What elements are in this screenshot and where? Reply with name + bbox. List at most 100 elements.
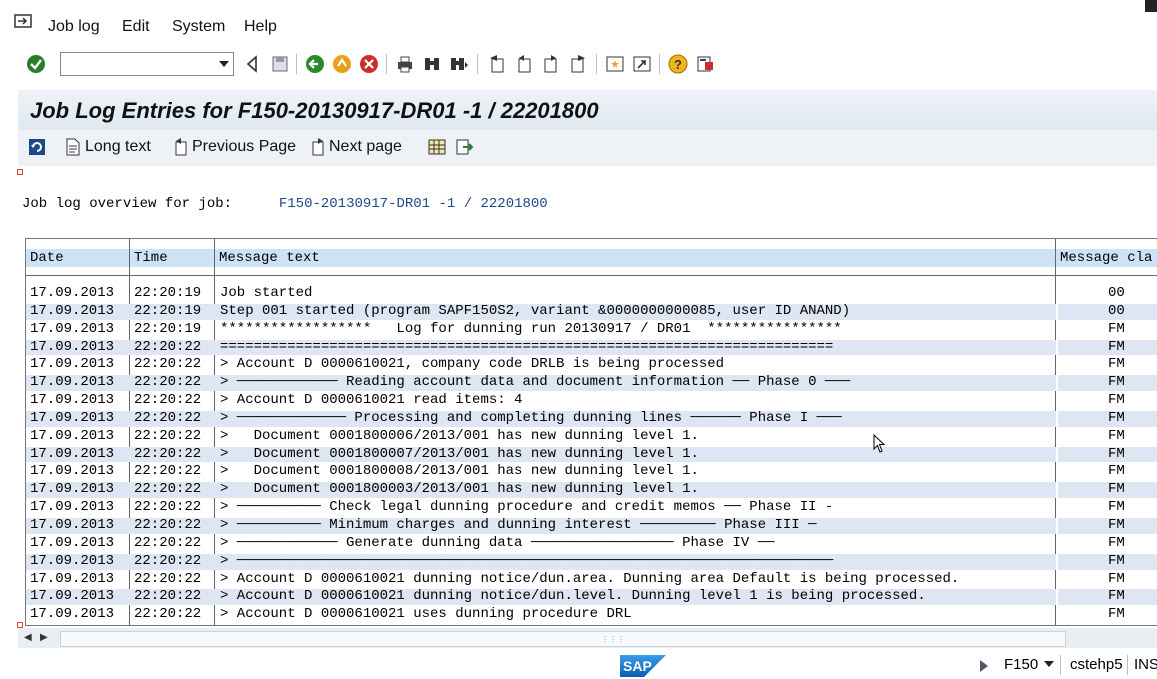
cell-time: 22:20:22	[134, 409, 202, 426]
cell-time: 22:20:22	[134, 392, 202, 409]
scroll-track[interactable]: ⋮⋮⋮	[60, 631, 1066, 647]
table-layout-icon[interactable]	[428, 138, 446, 156]
svg-text:SAP: SAP	[623, 658, 652, 674]
table-row[interactable]: 17.09.2013 22:20:22 > ──────────── Reading…	[26, 374, 1157, 392]
cell-message: > ───────────── Processing and completin…	[220, 409, 842, 426]
window-corner	[1145, 0, 1157, 12]
cell-time: 22:20:22	[134, 356, 202, 373]
cell-time: 22:20:22	[134, 588, 202, 605]
column-header-message-text[interactable]: Message text	[215, 239, 1056, 276]
cell-message-class: FM	[1108, 481, 1125, 498]
table-body: 17.09.2013 22:20:19 Job started 00 17.09.201…	[26, 285, 1157, 624]
horizontal-scrollbar[interactable]: ◀ ▶ ⋮⋮⋮	[18, 628, 1157, 648]
refresh-icon[interactable]	[28, 138, 46, 156]
long-text-label: Long text	[85, 138, 151, 155]
column-header-date[interactable]: Date	[26, 239, 130, 276]
table-row[interactable]: 17.09.2013 22:20:22 > Document 0001800003/…	[26, 481, 1157, 499]
cell-message-class: FM	[1108, 409, 1125, 426]
find-icon[interactable]	[422, 54, 442, 74]
column-header-message-class[interactable]: Message cla	[1056, 239, 1157, 276]
enter-icon[interactable]	[26, 54, 46, 74]
export-icon[interactable]	[456, 138, 474, 156]
cell-message-class: FM	[1108, 552, 1125, 569]
cell-message: > Document 0001800003/2013/001 has new d…	[220, 481, 699, 498]
table-row[interactable]: 17.09.2013 22:20:22 > ────────── Check leg…	[26, 499, 1157, 517]
cell-date: 17.09.2013	[30, 409, 115, 426]
table-row[interactable]: 17.09.2013 22:20:22 > ────────────────────…	[26, 553, 1157, 571]
command-field[interactable]	[60, 52, 234, 76]
table-row[interactable]: 17.09.2013 22:20:22 > Account D 0000610021…	[26, 392, 1157, 410]
status-bar: SAP F150 cstehp5 INS	[0, 650, 1157, 679]
first-page-icon[interactable]	[487, 54, 507, 74]
table-row[interactable]: 17.09.2013 22:20:22 > Account D 0000610021…	[26, 606, 1157, 624]
cell-time: 22:20:22	[134, 338, 202, 355]
table-row[interactable]: 17.09.2013 22:20:22 > Account D 0000610021…	[26, 588, 1157, 606]
status-expand-icon[interactable]	[980, 660, 988, 672]
customize-layout-icon[interactable]	[695, 54, 715, 74]
next-page-label: Next page	[329, 138, 402, 155]
cell-date: 17.09.2013	[30, 445, 115, 462]
menu-system[interactable]: System	[172, 18, 225, 36]
create-session-icon[interactable]	[605, 54, 625, 74]
last-page-icon[interactable]	[568, 54, 588, 74]
previous-page-icon[interactable]	[514, 54, 534, 74]
cell-date: 17.09.2013	[30, 427, 115, 444]
cell-message-class: FM	[1108, 588, 1125, 605]
cell-message: > Account D 0000610021, company code DRL…	[220, 356, 725, 373]
table-row[interactable]: 17.09.2013 22:20:22 > Account D 0000610021…	[26, 356, 1157, 374]
table-row[interactable]: 17.09.2013 22:20:22 > Document 0001800006/…	[26, 428, 1157, 446]
print-icon[interactable]	[395, 54, 415, 74]
back-green-icon[interactable]	[305, 54, 325, 74]
cell-time: 22:20:22	[134, 552, 202, 569]
table-row[interactable]: 17.09.2013 22:20:22 ======================…	[26, 339, 1157, 357]
command-input[interactable]	[61, 53, 219, 73]
cell-message: ****************** Log for dunning run 2…	[220, 320, 842, 337]
scroll-grip-icon[interactable]: ⋮⋮⋮	[601, 635, 625, 644]
application-toolbar: Long text Previous Page Next page	[18, 130, 1157, 166]
table-row[interactable]: 17.09.2013 22:20:19 ****************** Log…	[26, 321, 1157, 339]
menu-edit[interactable]: Edit	[122, 18, 150, 36]
overview-label: Job log overview for job:	[22, 196, 233, 212]
cell-message-class: FM	[1108, 338, 1125, 355]
cell-message-class: FM	[1108, 499, 1125, 516]
cell-message-class: FM	[1108, 374, 1125, 391]
save-icon[interactable]	[270, 54, 290, 74]
chevron-down-icon[interactable]	[1044, 661, 1054, 667]
menu-job-log[interactable]: Job log	[48, 18, 100, 36]
table-row[interactable]: 17.09.2013 22:20:22 > ────────── Minimum c…	[26, 517, 1157, 535]
cell-date: 17.09.2013	[30, 552, 115, 569]
job-log-table: Date Time Message text Message cla 17.09…	[25, 238, 1157, 626]
table-row[interactable]: 17.09.2013 22:20:22 > Document 0001800008/…	[26, 463, 1157, 481]
screen-menu-icon[interactable]	[14, 14, 32, 28]
find-next-icon[interactable]	[449, 54, 469, 74]
scroll-left-icon[interactable]: ◀	[24, 632, 32, 643]
table-row[interactable]: 17.09.2013 22:20:19 Step 001 started (prog…	[26, 303, 1157, 321]
table-row[interactable]: 17.09.2013 22:20:22 > ───────────── Proces…	[26, 410, 1157, 428]
cell-date: 17.09.2013	[30, 320, 115, 337]
previous-page-icon	[175, 138, 187, 156]
next-page-icon[interactable]	[541, 54, 561, 74]
table-row[interactable]: 17.09.2013 22:20:22 > ──────────── Generat…	[26, 535, 1157, 553]
cell-time: 22:20:22	[134, 463, 202, 480]
insert-mode: INS	[1134, 656, 1157, 673]
table-row[interactable]: 17.09.2013 22:20:19 Job started 00	[26, 285, 1157, 303]
cell-date: 17.09.2013	[30, 302, 115, 319]
cell-message: > Document 0001800007/2013/001 has new d…	[220, 445, 699, 462]
page-title: Job Log Entries for F150-20130917-DR01 -…	[30, 98, 599, 123]
cell-time: 22:20:22	[134, 374, 202, 391]
scroll-right-icon[interactable]: ▶	[40, 632, 48, 643]
exit-icon[interactable]	[332, 54, 352, 74]
back-icon[interactable]	[243, 54, 263, 74]
menu-help[interactable]: Help	[244, 18, 277, 36]
help-icon[interactable]: ?	[668, 54, 688, 74]
table-row[interactable]: 17.09.2013 22:20:22 > Account D 0000610021…	[26, 571, 1157, 589]
cancel-icon[interactable]	[359, 54, 379, 74]
cell-time: 22:20:22	[134, 427, 202, 444]
cell-date: 17.09.2013	[30, 534, 115, 551]
cell-message: > ────────── Check legal dunning procedu…	[220, 499, 834, 516]
shortcut-icon[interactable]	[632, 54, 652, 74]
cell-date: 17.09.2013	[30, 606, 115, 623]
table-row[interactable]: 17.09.2013 22:20:22 > Document 0001800007/…	[26, 446, 1157, 464]
column-header-time[interactable]: Time	[130, 239, 215, 276]
chevron-down-icon[interactable]	[219, 61, 229, 67]
